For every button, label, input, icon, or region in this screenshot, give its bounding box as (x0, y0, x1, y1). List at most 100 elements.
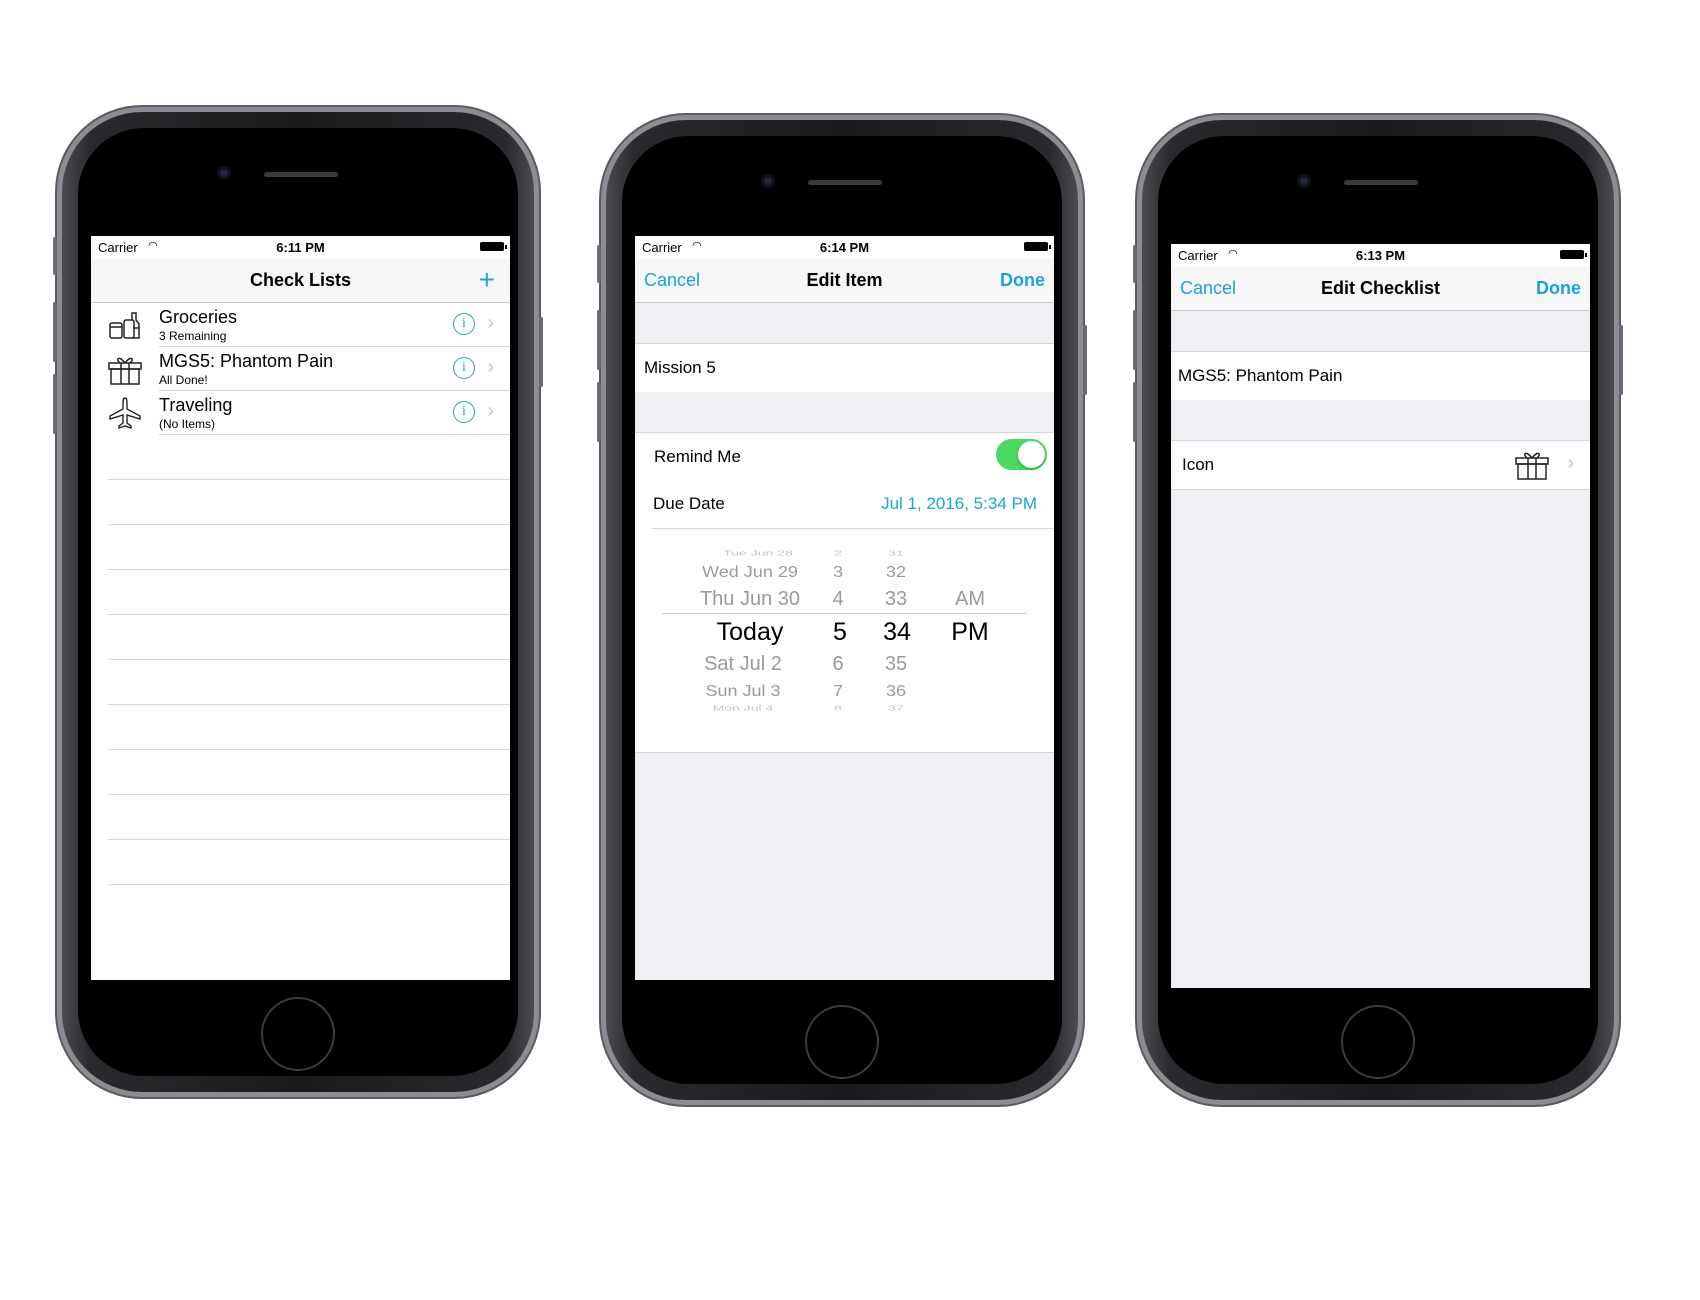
empty-row-separator (108, 749, 510, 750)
side-button (597, 245, 601, 283)
chevron-right-icon: › (487, 400, 494, 422)
picker-hour: 2 (834, 548, 842, 558)
picker-am: AM (955, 588, 985, 610)
picker-minute: 32 (885, 563, 907, 581)
list-item[interactable]: Groceries 3 Remaining i › (91, 303, 510, 347)
home-button[interactable] (1343, 1007, 1413, 1077)
screen-edit-checklist: Carrier ◠ 6:13 PM Cancel Edit Checklist … (1171, 244, 1590, 988)
volume-up-button (597, 310, 601, 370)
nav-bar: Cancel Edit Item Done (635, 258, 1054, 303)
power-button (1083, 325, 1087, 395)
battery-icon (1024, 242, 1051, 251)
chevron-right-icon: › (487, 356, 494, 378)
item-name-value: Mission 5 (644, 358, 716, 377)
icon-row-label: Icon (1182, 455, 1215, 474)
picker-minute-selected: 34 (883, 618, 911, 646)
picker-date: Sat Jul 2 (704, 653, 782, 675)
list-item-name: Traveling (159, 395, 233, 415)
empty-row-separator (108, 839, 510, 840)
volume-up-button (1133, 310, 1137, 370)
side-button (1133, 245, 1137, 283)
battery-icon (1560, 250, 1587, 259)
remind-me-label: Remind Me (654, 447, 741, 466)
date-picker[interactable]: Tue Jun 28 Wed Jun 29 Thu Jun 30 Today S… (635, 529, 1054, 753)
empty-row-separator (108, 614, 510, 615)
earpiece-speaker (264, 172, 338, 177)
picker-date: Wed Jun 29 (702, 563, 798, 581)
groceries-icon (109, 312, 140, 339)
picker-date: Tue Jun 28 (723, 548, 793, 558)
list-item-subtitle: (No Items) (159, 417, 216, 431)
list-item[interactable]: Traveling (No Items) i › (91, 391, 510, 435)
airplane-icon (109, 397, 141, 429)
picker-selection-line (662, 613, 1027, 614)
picker-minute: 31 (888, 548, 904, 558)
nav-title: Edit Item (806, 270, 883, 290)
due-date-label: Due Date (653, 494, 725, 513)
empty-row-separator (108, 659, 510, 660)
list-item-subtitle: All Done! (159, 373, 208, 387)
picker-minute: 37 (888, 703, 904, 713)
info-icon[interactable]: i (453, 357, 475, 379)
list-item-name: Groceries (159, 307, 238, 327)
info-icon[interactable]: i (453, 401, 475, 423)
due-date-row[interactable]: Due Date Jul 1, 2016, 5:34 PM (635, 480, 1054, 529)
front-camera (217, 166, 231, 180)
remind-me-row: Remind Me (635, 432, 1054, 481)
gift-icon (1515, 452, 1549, 480)
phone-frame-checklists: Carrier ◠ 6:11 PM Check Lists + Grocerie… (53, 112, 543, 1092)
empty-row-separator (108, 704, 510, 705)
add-checklist-button[interactable]: + (479, 264, 495, 296)
volume-down-button (53, 374, 57, 434)
list-item[interactable]: MGS5: Phantom Pain All Done! i › (91, 347, 510, 391)
list-item-subtitle: 3 Remaining (159, 329, 227, 343)
screen-edit-item: Carrier ◠ 6:14 PM Cancel Edit Item Done … (635, 236, 1054, 980)
picker-hour: 6 (832, 653, 844, 675)
nav-bar: Check Lists + (91, 258, 510, 303)
picker-minute: 36 (885, 682, 907, 700)
list-item-name: MGS5: Phantom Pain (159, 351, 334, 371)
chevron-right-icon: › (487, 312, 494, 334)
toggle-knob (1018, 441, 1045, 468)
status-bar: Carrier ◠ 6:11 PM (91, 236, 510, 258)
done-button[interactable]: Done (1536, 278, 1581, 299)
picker-hour-selected: 5 (833, 618, 847, 646)
phone-frame-edit-checklist: Carrier ◠ 6:13 PM Cancel Edit Checklist … (1133, 120, 1623, 1100)
battery-icon (480, 242, 507, 251)
empty-row-separator (108, 479, 510, 480)
home-button[interactable] (807, 1007, 877, 1077)
icon-row[interactable]: Icon › (1171, 440, 1590, 490)
volume-down-button (597, 382, 601, 442)
remind-me-toggle[interactable] (996, 439, 1047, 470)
done-button[interactable]: Done (1000, 270, 1045, 291)
checklist-name-value: MGS5: Phantom Pain (1178, 366, 1343, 385)
checklist-name-field[interactable]: MGS5: Phantom Pain (1171, 351, 1590, 400)
front-camera (761, 174, 775, 188)
phone-frame-edit-item: Carrier ◠ 6:14 PM Cancel Edit Item Done … (597, 120, 1087, 1100)
picker-date-selected: Today (716, 618, 784, 646)
picker-hour: 4 (832, 588, 844, 610)
status-bar: Carrier ◠ 6:13 PM (1171, 244, 1590, 266)
empty-row-separator (108, 794, 510, 795)
picker-hour: 3 (832, 563, 843, 581)
status-time: 6:14 PM (819, 240, 870, 255)
nav-title: Check Lists (249, 270, 352, 290)
item-name-field[interactable]: Mission 5 (635, 343, 1054, 392)
side-button (53, 237, 57, 275)
gift-icon (108, 357, 142, 385)
chevron-right-icon: › (1567, 452, 1574, 474)
picker-hour: 7 (832, 682, 843, 700)
due-date-value: Jul 1, 2016, 5:34 PM (881, 494, 1037, 513)
status-bar: Carrier ◠ 6:14 PM (635, 236, 1054, 258)
picker-date: Mon Jul 4 (712, 703, 774, 713)
power-button (539, 317, 543, 387)
picker-pm-selected: PM (951, 618, 989, 646)
earpiece-speaker (808, 180, 882, 185)
picker-date: Thu Jun 30 (699, 588, 801, 610)
picker-hour: 8 (834, 703, 842, 713)
home-button[interactable] (263, 999, 333, 1069)
empty-row-separator (108, 884, 510, 885)
info-icon[interactable]: i (453, 313, 475, 335)
picker-minute: 33 (884, 588, 908, 610)
picker-minute: 35 (884, 653, 908, 675)
